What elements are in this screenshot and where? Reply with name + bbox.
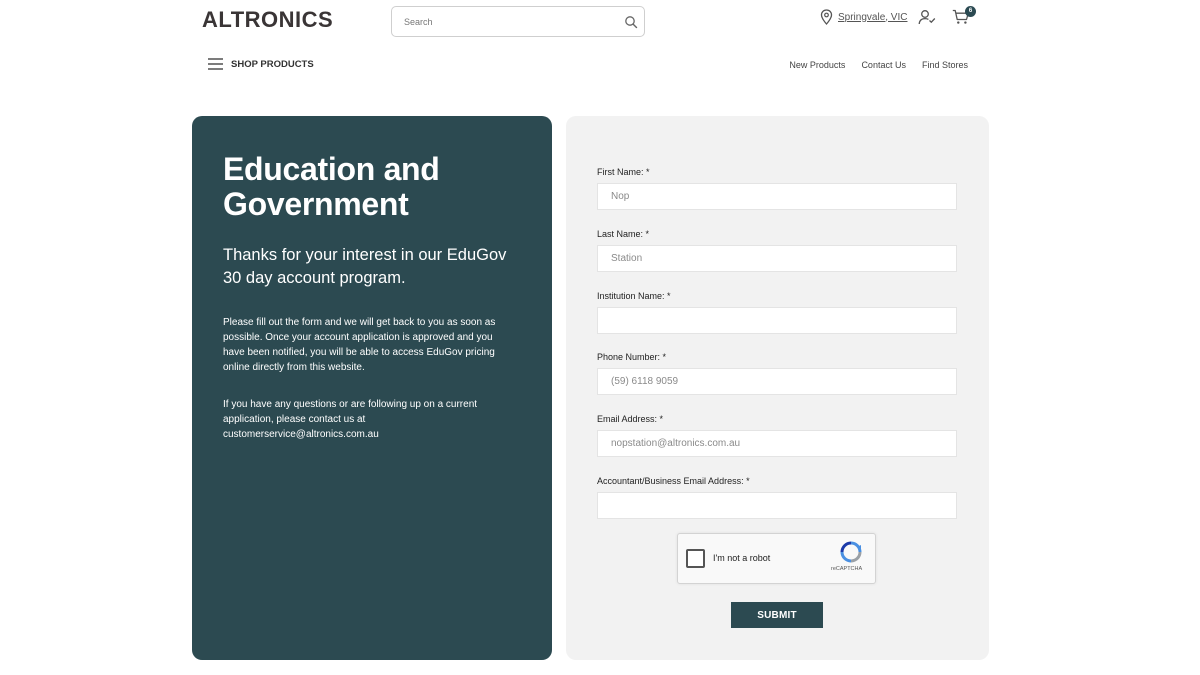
email-address-input[interactable]	[597, 430, 957, 457]
phone-number-label: Phone Number: *	[597, 352, 667, 362]
account-icon[interactable]	[918, 9, 936, 25]
institution-name-input[interactable]	[597, 307, 957, 334]
institution-name-group: Institution Name: *	[597, 290, 957, 334]
shop-products-menu[interactable]: SHOP PRODUCTS	[208, 58, 314, 70]
info-paragraph-1: Please fill out the form and we will get…	[223, 317, 496, 373]
email-address-label: Email Address: *	[597, 414, 664, 424]
nav-find-stores[interactable]: Find Stores	[922, 60, 968, 70]
recaptcha-logo-icon	[840, 541, 862, 563]
institution-name-label: Institution Name: *	[597, 291, 671, 301]
search-input[interactable]	[404, 14, 614, 30]
application-form: First Name: * Last Name: * Institution N…	[566, 116, 989, 660]
edugov-info-panel: Education and Government Thanks for your…	[192, 116, 552, 660]
search-icon[interactable]	[624, 15, 638, 29]
phone-number-input[interactable]	[597, 368, 957, 395]
search-box	[391, 6, 645, 37]
shop-products-label: SHOP PRODUCTS	[231, 58, 314, 70]
page-title: Education and Government	[223, 151, 440, 222]
accountant-email-input[interactable]	[597, 492, 957, 519]
accountant-email-group: Accountant/Business Email Address: *	[597, 475, 957, 519]
recaptcha-label: I'm not a robot	[713, 553, 771, 563]
top-nav-links: New Products Contact Us Find Stores	[789, 60, 968, 70]
location-text[interactable]: Springvale, VIC	[838, 12, 907, 23]
nav-contact-us[interactable]: Contact Us	[861, 60, 906, 70]
first-name-label: First Name: *	[597, 167, 650, 177]
email-address-group: Email Address: *	[597, 413, 957, 457]
nav-new-products[interactable]: New Products	[789, 60, 845, 70]
hamburger-icon	[208, 58, 223, 70]
location-pin-icon	[820, 9, 833, 25]
info-paragraph-2: If you have any questions or are followi…	[223, 399, 478, 440]
page-subtitle: Thanks for your interest in our EduGov 3…	[223, 246, 507, 287]
last-name-input[interactable]	[597, 245, 957, 272]
recaptcha-checkbox[interactable]	[686, 549, 705, 568]
first-name-group: First Name: *	[597, 166, 957, 210]
phone-number-group: Phone Number: *	[597, 351, 957, 395]
cart-count-badge: 6	[965, 6, 976, 17]
last-name-group: Last Name: *	[597, 228, 957, 272]
altronics-logo[interactable]: ALTRONICS	[202, 7, 333, 33]
accountant-email-label: Accountant/Business Email Address: *	[597, 476, 750, 486]
first-name-input[interactable]	[597, 183, 957, 210]
last-name-label: Last Name: *	[597, 229, 650, 239]
recaptcha-widget: I'm not a robot reCAPTCHA	[677, 533, 876, 584]
submit-button[interactable]: SUBMIT	[731, 602, 823, 628]
store-location[interactable]: Springvale, VIC	[820, 9, 907, 25]
recaptcha-brand: reCAPTCHA	[831, 566, 863, 572]
